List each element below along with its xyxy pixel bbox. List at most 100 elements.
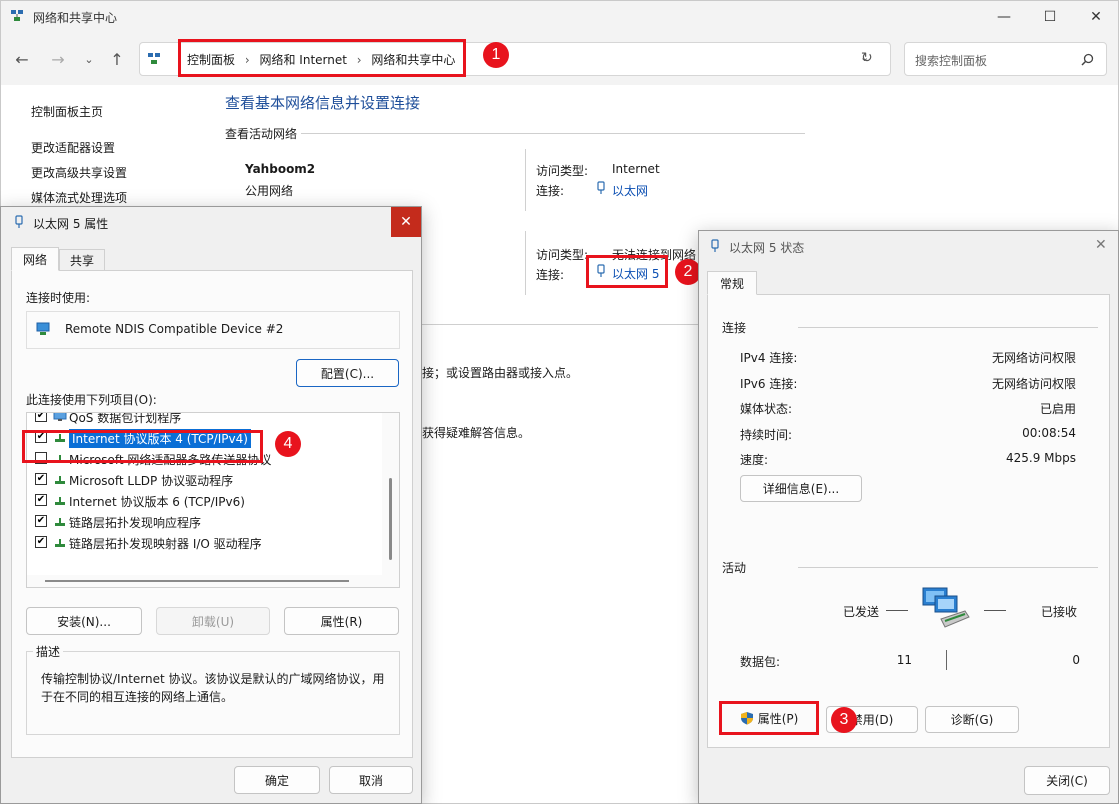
qos-icon — [53, 413, 67, 421]
item-checkbox[interactable]: ✔ — [35, 536, 47, 548]
sent-line — [886, 610, 908, 611]
list-item[interactable]: ✔ QoS 数据包计划程序 — [27, 413, 377, 427]
access-type-label: 访问类型: — [536, 164, 589, 178]
search-icon[interactable] — [1081, 53, 1094, 66]
activity-section-label: 活动 — [722, 561, 747, 575]
annotation-marker-4: 4 — [275, 431, 301, 457]
horizontal-scrollbar-thumb[interactable] — [45, 580, 349, 582]
properties-title: 以太网 5 属性 — [33, 217, 109, 231]
item-label: Microsoft LLDP 协议驱动程序 — [69, 474, 234, 488]
tab-sharing[interactable]: 共享 — [59, 249, 105, 271]
page-heading: 查看基本网络信息并设置连接 — [225, 94, 421, 112]
vertical-scrollbar[interactable] — [382, 413, 399, 575]
status-title: 以太网 5 状态 — [729, 241, 805, 255]
device-name: Remote NDIS Compatible Device #2 — [65, 322, 284, 336]
sidebar-link-adapter[interactable]: 更改适配器设置 — [31, 139, 115, 156]
section-divider — [798, 327, 1098, 328]
annotation-box-4 — [22, 430, 263, 463]
ethernet-icon — [597, 181, 605, 194]
maximize-button[interactable]: ☐ — [1027, 1, 1073, 33]
status-row-value: 无网络访问权限 — [991, 376, 1076, 391]
status-close-icon[interactable]: ✕ — [1095, 237, 1107, 253]
item-properties-button[interactable]: 属性(R) — [284, 607, 399, 635]
status-row-label: IPv4 连接: — [740, 351, 798, 365]
status-row-label: IPv6 连接: — [740, 376, 798, 391]
network-activity-icon — [922, 587, 970, 628]
ethernet-icon — [597, 264, 605, 277]
item-checkbox[interactable]: ✔ — [35, 515, 47, 527]
section-divider — [301, 133, 805, 134]
connection-section-label: 连接 — [722, 321, 747, 335]
ethernet-link[interactable]: 以太网 — [612, 182, 648, 199]
network-category[interactable]: 公用网络 — [245, 182, 293, 199]
properties-close-button[interactable]: ✕ — [391, 207, 421, 237]
status-row-label: 媒体状态: — [740, 402, 793, 416]
item-label: 链路层拓扑发现映射器 I/O 驱动程序 — [69, 537, 262, 551]
network-center-icon — [11, 10, 23, 21]
vertical-scrollbar-thumb[interactable] — [389, 478, 392, 560]
item-checkbox[interactable]: ✔ — [35, 413, 47, 422]
ethernet-5-link[interactable]: 以太网 5 — [612, 265, 659, 282]
uac-shield-icon — [740, 712, 753, 725]
properties-dialog: 以太网 5 属性 ✕ 网络 共享 连接时使用: Remote NDIS Comp… — [0, 206, 422, 804]
access-type-label: 访问类型: — [536, 248, 589, 262]
title-bar: 网络和共享中心 — ☐ ✕ — [1, 1, 1118, 33]
forward-button[interactable]: → — [46, 47, 70, 71]
status-row-value: 425.9 Mbps — [1005, 451, 1076, 465]
close-dialog-button[interactable]: 关闭(C) — [1024, 766, 1110, 795]
configure-button[interactable]: 配置(C)... — [296, 359, 399, 387]
uninstall-button[interactable]: 卸载(U) — [156, 607, 270, 635]
control-panel-icon — [148, 53, 160, 64]
tab-general[interactable]: 常规 — [707, 271, 757, 295]
back-button[interactable]: ← — [10, 47, 34, 71]
active-networks-label: 查看活动网络 — [225, 127, 298, 141]
up-button[interactable]: ↑ — [105, 47, 129, 71]
status-properties-button[interactable]: 属性(P) — [724, 706, 814, 730]
ok-button[interactable]: 确定 — [234, 766, 320, 794]
sidebar-link-media-streaming[interactable]: 媒体流式处理选项 — [31, 189, 127, 206]
protocol-icon — [55, 497, 65, 505]
protocol-icon — [55, 539, 65, 547]
details-button[interactable]: 详细信息(E)... — [740, 475, 862, 502]
sidebar-link-home[interactable]: 控制面板主页 — [31, 103, 103, 120]
network-name: Yahboom2 — [245, 162, 316, 176]
recent-pages-button[interactable]: ⌄ — [77, 47, 101, 71]
status-row-value: 00:08:54 — [1022, 425, 1076, 440]
device-field: Remote NDIS Compatible Device #2 — [26, 311, 400, 349]
properties-title-bar: 以太网 5 属性 ✕ — [1, 207, 421, 237]
list-item[interactable]: ✔ Internet 协议版本 6 (TCP/IPv6) — [27, 490, 377, 511]
sidebar-link-advanced-sharing[interactable]: 更改高级共享设置 — [31, 164, 127, 181]
breadcrumb-network-sharing-center[interactable]: 网络和共享中心 — [371, 53, 455, 67]
network-separator — [525, 231, 526, 295]
connection-label: 连接: — [536, 184, 565, 198]
status-row-label: 持续时间: — [740, 427, 793, 442]
status-title-bar: 以太网 5 状态 ✕ — [699, 231, 1118, 261]
item-checkbox[interactable]: ✔ — [35, 473, 47, 485]
cancel-button[interactable]: 取消 — [329, 766, 413, 794]
minimize-button[interactable]: — — [981, 1, 1027, 33]
diagnose-button[interactable]: 诊断(G) — [925, 706, 1019, 733]
horizontal-scrollbar[interactable] — [27, 575, 399, 587]
list-item[interactable]: ✔ 链路层拓扑发现响应程序 — [27, 511, 377, 532]
breadcrumb-control-panel[interactable]: 控制面板 — [187, 53, 235, 67]
setup-text-fragment: 接；或设置路由器或接入点。 — [422, 366, 579, 380]
connection-label: 连接: — [536, 268, 565, 282]
protocol-icon — [55, 476, 65, 484]
status-dialog: 以太网 5 状态 ✕ 常规 连接 IPv4 连接: 无网络访问权限 IPv6 连接:… — [698, 230, 1119, 804]
item-checkbox[interactable]: ✔ — [35, 494, 47, 506]
close-window-button[interactable]: ✕ — [1073, 1, 1119, 33]
tab-network[interactable]: 网络 — [11, 247, 59, 271]
description-text: 传输控制协议/Internet 协议。该协议是默认的广域网络协议，用于在不同的相… — [41, 672, 385, 704]
annotation-marker-3: 3 — [831, 707, 857, 733]
item-label: Internet 协议版本 6 (TCP/IPv6) — [69, 495, 245, 509]
install-button[interactable]: 安装(N)... — [26, 607, 142, 635]
list-item[interactable]: ✔ Microsoft LLDP 协议驱动程序 — [27, 469, 377, 490]
packets-received-value: 0 — [1072, 653, 1080, 667]
access-type-value: Internet — [612, 162, 660, 176]
breadcrumb-network-internet[interactable]: 网络和 Internet — [259, 53, 346, 67]
refresh-icon[interactable]: ↻ — [861, 50, 873, 66]
annotation-marker-1: 1 — [483, 42, 509, 68]
connect-using-label: 连接时使用: — [26, 291, 91, 305]
search-input[interactable]: 搜索控制面板 — [904, 42, 1107, 76]
list-item[interactable]: ✔ 链路层拓扑发现映射器 I/O 驱动程序 — [27, 532, 377, 553]
